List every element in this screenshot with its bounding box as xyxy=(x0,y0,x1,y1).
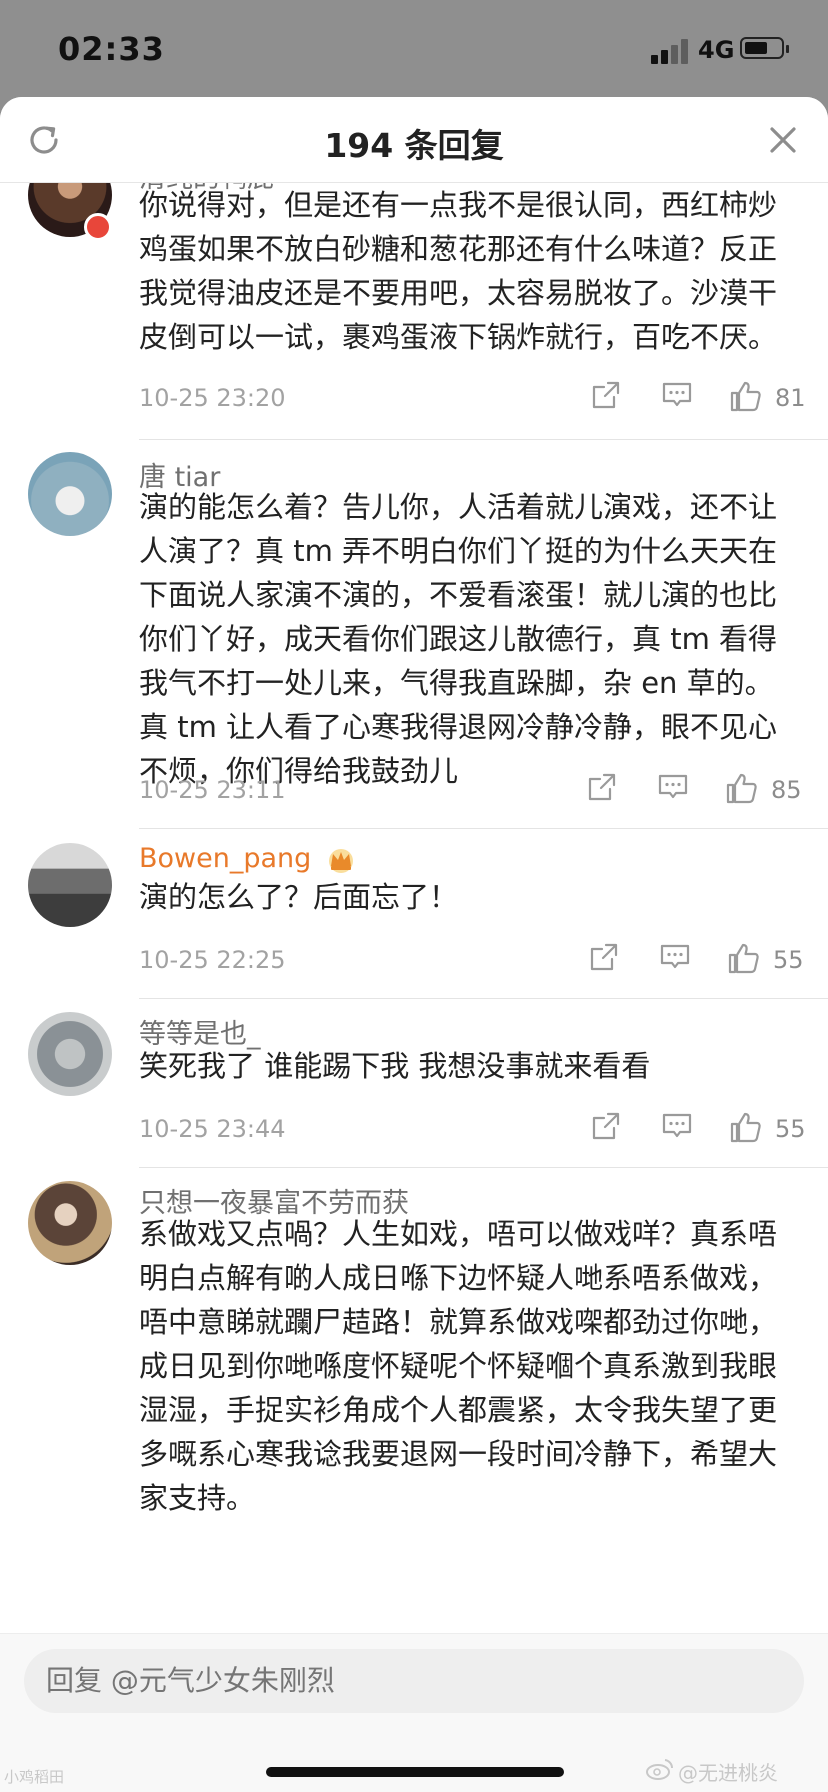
comment-date: 10-25 23:44 xyxy=(139,1115,286,1143)
like-icon[interactable] xyxy=(729,1111,763,1143)
weibo-logo-icon xyxy=(646,1759,674,1780)
avatar[interactable] xyxy=(28,452,112,536)
comment-text: 系做戏又点喎？人生如戏，唔可以做戏咩？真系唔明白点解有啲人成日喺下边怀疑人哋系唔… xyxy=(139,1217,778,1515)
divider xyxy=(139,828,828,829)
comment-meta: 10-25 23:11 85 xyxy=(139,772,802,812)
close-icon[interactable] xyxy=(764,121,802,159)
comment-text: 演的怎么了？后面忘了！ xyxy=(139,880,459,914)
avatar[interactable] xyxy=(28,843,112,927)
sheet-title: 194 条回复 xyxy=(324,126,504,165)
comment-meta: 10-25 23:44 55 xyxy=(139,1111,806,1151)
crown-icon xyxy=(328,848,353,873)
comment-icon[interactable] xyxy=(657,772,689,802)
like-count: 55 xyxy=(775,1115,806,1143)
share-icon[interactable] xyxy=(587,772,617,802)
status-bar: 02:33 4G xyxy=(0,0,828,100)
like-count: 85 xyxy=(771,776,802,804)
comment-icon[interactable] xyxy=(661,1111,693,1141)
divider xyxy=(139,439,828,440)
comment-meta: 10-25 22:25 55 xyxy=(139,942,804,982)
network-type: 4G xyxy=(698,36,735,64)
divider xyxy=(139,1167,828,1168)
comment-meta: 10-25 23:20 81 xyxy=(139,380,806,420)
username-text: Bowen_pang xyxy=(139,843,312,874)
like-icon[interactable] xyxy=(727,942,761,974)
share-icon[interactable] xyxy=(591,380,621,410)
comment-text: 你说得对，但是还有一点我不是很认同，西红柿炒鸡蛋如果不放白砂糖和葱花那还有什么味… xyxy=(139,188,778,354)
comment-icon[interactable] xyxy=(659,942,691,972)
watermark-right: @无进桃炎 xyxy=(678,1761,778,1785)
status-time: 02:33 xyxy=(58,30,165,68)
comment-date: 10-25 23:11 xyxy=(139,776,286,804)
like-count: 81 xyxy=(775,384,806,412)
replies-sheet: 194 条回复 清纯的鸭屁 你说得对，但是还有一点我不是很认同，西红柿炒鸡蛋如果… xyxy=(0,97,828,1792)
verified-badge-icon xyxy=(84,213,112,241)
like-icon[interactable] xyxy=(729,380,763,412)
comment-list[interactable]: 清纯的鸭屁 你说得对，但是还有一点我不是很认同，西红柿炒鸡蛋如果不放白砂糖和葱花… xyxy=(0,153,828,1729)
comment-text: 演的能怎么着？告儿你，人活着就儿演戏，还不让人演了？真 tm 弄不明白你们丫挺的… xyxy=(139,490,778,788)
comment-icon[interactable] xyxy=(661,380,693,410)
reply-input[interactable] xyxy=(24,1649,804,1713)
signal-icon xyxy=(651,38,691,64)
comment-text: 笑死我了 谁能踢下我 我想没事就来看看 xyxy=(139,1049,651,1083)
avatar[interactable] xyxy=(28,1012,112,1096)
home-indicator[interactable] xyxy=(266,1767,564,1777)
comment-date: 10-25 22:25 xyxy=(139,946,286,974)
share-icon[interactable] xyxy=(589,942,619,972)
comment-username[interactable]: Bowen_pang xyxy=(139,843,356,874)
like-count: 55 xyxy=(773,946,804,974)
comment-date: 10-25 23:20 xyxy=(139,384,286,412)
avatar[interactable] xyxy=(28,1181,112,1265)
watermark-left: 小鸡稻田 xyxy=(4,1768,65,1786)
sheet-header: 194 条回复 xyxy=(0,97,828,183)
share-icon[interactable] xyxy=(591,1111,621,1141)
like-icon[interactable] xyxy=(725,772,759,804)
battery-icon xyxy=(740,37,789,59)
divider xyxy=(139,998,828,999)
